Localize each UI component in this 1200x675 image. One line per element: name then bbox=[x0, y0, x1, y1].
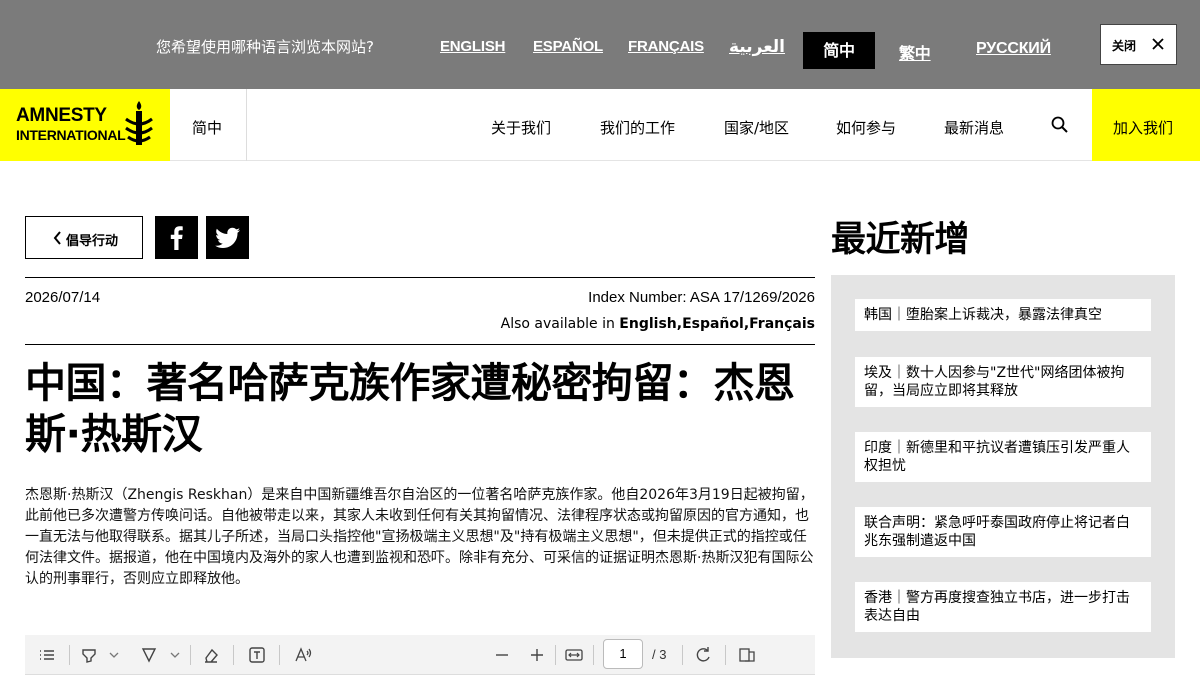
language-option-russian[interactable]: РУССКИЙ bbox=[976, 40, 1051, 58]
toolbar-separator bbox=[233, 645, 234, 665]
candle-icon bbox=[125, 101, 153, 145]
logo-wordmark: AMNESTY INTERNATIONAL bbox=[16, 105, 126, 143]
publish-date: 2026/07/14 bbox=[25, 289, 101, 306]
toolbar-separator bbox=[555, 645, 556, 665]
language-option-arabic[interactable]: العربية bbox=[729, 37, 785, 57]
search-icon[interactable] bbox=[1050, 115, 1070, 135]
contents-icon[interactable] bbox=[37, 645, 57, 665]
nav-item-countries[interactable]: 国家/地区 bbox=[724, 117, 789, 138]
site-language-selector[interactable]: 简中 bbox=[170, 89, 247, 161]
page-view-icon[interactable] bbox=[737, 645, 757, 665]
toolbar-separator bbox=[593, 645, 594, 665]
text-box-icon[interactable] bbox=[247, 645, 267, 665]
language-option-spanish[interactable]: ESPAÑOL bbox=[533, 38, 603, 55]
close-icon bbox=[1152, 38, 1164, 50]
news-item[interactable]: 韩国｜堕胎案上诉裁决，暴露法律真空 bbox=[855, 299, 1151, 331]
facebook-icon bbox=[170, 226, 183, 250]
also-available-in: Also available in English,Español,França… bbox=[500, 316, 815, 332]
article-body: 杰恩斯·热斯汉（Zhengis Reskhan）是来自中国新疆维吾尔自治区的一位… bbox=[25, 487, 814, 587]
page-title: 中国：著名哈萨克族作家遭秘密拘留：杰恩斯·热斯汉 bbox=[25, 359, 795, 458]
twitter-share-button[interactable] bbox=[206, 216, 249, 259]
language-option-simplified-chinese[interactable]: 简中 bbox=[803, 32, 875, 69]
draw-icon[interactable] bbox=[139, 645, 159, 665]
language-option-traditional-chinese[interactable]: 繁中 bbox=[899, 40, 931, 64]
page-total: / 3 bbox=[652, 647, 667, 662]
recent-news-panel: 韩国｜堕胎案上诉裁决，暴露法律真空 埃及｜数十人因参与"Z世代"网络团体被拘留，… bbox=[831, 275, 1175, 658]
back-label: 倡导行动 bbox=[66, 234, 119, 249]
toolbar-separator bbox=[190, 645, 191, 665]
site-language-label: 简中 bbox=[192, 119, 223, 137]
amnesty-logo[interactable]: AMNESTY INTERNATIONAL bbox=[0, 89, 170, 161]
facebook-share-button[interactable] bbox=[155, 216, 198, 259]
toolbar-separator bbox=[69, 645, 70, 665]
back-to-campaigns-button[interactable]: 倡导行动 bbox=[25, 216, 143, 259]
toolbar-separator bbox=[725, 645, 726, 665]
chevron-down-icon[interactable] bbox=[107, 645, 121, 665]
nav-item-get-involved[interactable]: 如何参与 bbox=[836, 117, 896, 138]
nav-item-about[interactable]: 关于我们 bbox=[491, 117, 551, 138]
news-item[interactable]: 香港｜警方再度搜查独立书店，进一步打击表达自由 bbox=[855, 582, 1151, 632]
nav-item-our-work[interactable]: 我们的工作 bbox=[600, 117, 675, 138]
read-aloud-icon[interactable] bbox=[293, 645, 313, 665]
divider bbox=[25, 277, 815, 278]
zoom-out-icon[interactable] bbox=[492, 645, 512, 665]
toolbar-separator bbox=[682, 645, 683, 665]
news-item[interactable]: 印度｜新德里和平抗议者遭镇压引发严重人权担忧 bbox=[855, 432, 1151, 482]
rotate-icon[interactable] bbox=[693, 645, 713, 665]
zoom-in-icon[interactable] bbox=[527, 645, 547, 665]
index-number: Index Number: ASA 17/1269/2026 bbox=[588, 289, 815, 306]
divider bbox=[25, 344, 815, 345]
toolbar-separator bbox=[279, 645, 280, 665]
language-option-french[interactable]: FRANÇAIS bbox=[628, 38, 704, 55]
page-number-input[interactable]: 1 bbox=[603, 639, 643, 669]
chevron-down-icon[interactable] bbox=[168, 645, 182, 665]
also-available-languages-link[interactable]: English,Español,Français bbox=[619, 316, 815, 332]
fit-width-icon[interactable] bbox=[564, 645, 584, 665]
main-navigation: AMNESTY INTERNATIONAL 简中 关于我们 我们的工作 国家/地… bbox=[0, 89, 1200, 161]
eraser-icon[interactable] bbox=[201, 645, 221, 665]
highlight-icon[interactable] bbox=[79, 645, 99, 665]
twitter-icon bbox=[215, 227, 240, 248]
nav-item-latest-news[interactable]: 最新消息 bbox=[944, 117, 1004, 138]
news-item[interactable]: 联合声明：紧急呼吁泰国政府停止将记者白兆东强制遣返中国 bbox=[855, 507, 1151, 557]
language-prompt: 您希望使用哪种语言浏览本网站? bbox=[156, 38, 374, 56]
language-bar: 您希望使用哪种语言浏览本网站? ENGLISH ESPAÑOL FRANÇAIS… bbox=[0, 0, 1200, 89]
close-label: 关闭 bbox=[1112, 39, 1137, 53]
pdf-toolbar: 1 / 3 bbox=[25, 635, 815, 675]
close-language-bar-button[interactable]: 关闭 bbox=[1100, 24, 1177, 65]
join-button[interactable]: 加入我们 bbox=[1092, 89, 1200, 161]
news-item[interactable]: 埃及｜数十人因参与"Z世代"网络团体被拘留，当局应立即将其释放 bbox=[855, 357, 1151, 407]
chevron-left-icon bbox=[53, 231, 61, 245]
language-option-english[interactable]: ENGLISH bbox=[440, 38, 505, 55]
join-label: 加入我们 bbox=[1113, 119, 1174, 137]
sidebar-title: 最近新增 bbox=[831, 220, 970, 260]
